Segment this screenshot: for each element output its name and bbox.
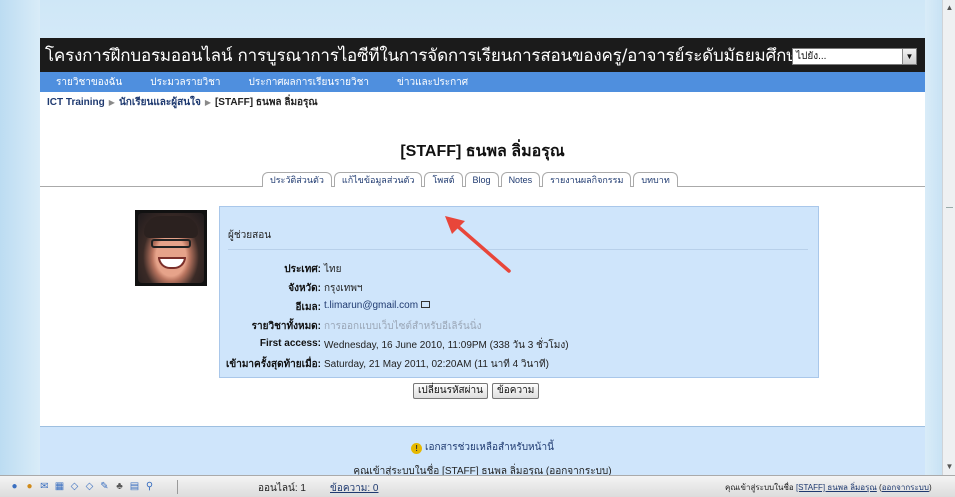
people-icon[interactable]: ● bbox=[23, 480, 36, 493]
user-icon[interactable]: ● bbox=[8, 480, 21, 493]
tab-edit-profile[interactable]: แก้ไขข้อมูลส่วนตัว bbox=[333, 172, 423, 187]
avatar-photo bbox=[138, 213, 204, 283]
breadcrumb-separator-icon: ▶ bbox=[108, 98, 115, 107]
profile-row-courses: รายวิชาทั้งหมด: การออกแบบเว็บไซต์สำหรับอ… bbox=[220, 319, 820, 333]
tab-roles[interactable]: บทบาท bbox=[633, 172, 678, 187]
annotation-arrow-icon bbox=[445, 216, 511, 273]
tab-posts[interactable]: โพสต์ bbox=[424, 172, 463, 187]
status-bar-separator bbox=[177, 480, 178, 494]
avatar[interactable] bbox=[135, 210, 207, 286]
forum-icon[interactable]: ◇ bbox=[83, 480, 96, 493]
messages-link[interactable]: ข้อความ: 0 bbox=[330, 481, 378, 496]
page-background-right bbox=[925, 0, 942, 475]
envelope-icon[interactable] bbox=[421, 301, 431, 308]
online-users: ออนไลน์: 1 bbox=[258, 483, 306, 494]
help-link[interactable]: เอกสารช่วยเหลือสำหรับหน้านี้ bbox=[425, 442, 554, 453]
chat-icon[interactable]: ◇ bbox=[68, 480, 81, 493]
main-nav: รายวิชาของฉัน ประมวลรายวิชา ประกาศผลการเ… bbox=[40, 72, 925, 92]
profile-tabs: ประวัติส่วนตัว แก้ไขข้อมูลส่วนตัว โพสต์ … bbox=[40, 172, 925, 187]
tab-profile[interactable]: ประวัติส่วนตัว bbox=[262, 172, 332, 187]
nav-grade-results[interactable]: ประกาศผลการเรียนรายวิชา bbox=[249, 75, 369, 90]
group-icon[interactable]: ♣ bbox=[113, 480, 126, 493]
help-link-row: ! เอกสารช่วยเหลือสำหรับหน้านี้ bbox=[40, 440, 925, 455]
tab-blog[interactable]: Blog bbox=[464, 172, 499, 187]
country-label: ประเทศ: bbox=[284, 264, 321, 275]
status-login-info: คุณเข้าสู่ระบบในชื่อ [STAFF] ธนพล ลิ่มอร… bbox=[725, 483, 932, 492]
page-title: [STAFF] ธนพล ลิ่มอรุณ bbox=[400, 143, 565, 160]
change-password-button[interactable]: เปลี่ยนรหัสผ่าน bbox=[413, 383, 488, 399]
courses-label: รายวิชาทั้งหมด: bbox=[251, 321, 321, 332]
city-value: กรุงเทพฯ bbox=[324, 283, 363, 294]
first-access-label: First access: bbox=[259, 338, 321, 349]
profile-row-email: อีเมล: t.limarun@gmail.com bbox=[220, 300, 820, 314]
breadcrumb-separator-icon: ▶ bbox=[204, 98, 211, 107]
help-icon: ! bbox=[411, 443, 423, 454]
jump-to-select-value: ไปยัง... bbox=[796, 51, 827, 62]
profile-row-city: จังหวัด: กรุงเทพฯ bbox=[220, 281, 820, 295]
message-button[interactable]: ข้อความ bbox=[491, 383, 540, 399]
status-logout-link[interactable]: ออกจากระบบ bbox=[882, 483, 929, 492]
page-footer: ! เอกสารช่วยเหลือสำหรับหน้านี้ คุณเข้าสู่… bbox=[40, 426, 925, 477]
first-access-value: Wednesday, 16 June 2010, 11:09PM (338 วั… bbox=[324, 340, 569, 351]
chevron-down-icon[interactable]: ▼ bbox=[902, 49, 916, 64]
status-login-name[interactable]: [STAFF] ธนพล ลิ่มอรุณ bbox=[796, 483, 877, 492]
site-title: โครงการฝึกบอรมออนไลน์ การบูรณาการไอซีทีใ… bbox=[45, 45, 807, 66]
email-link[interactable]: t.limarun@gmail.com bbox=[324, 300, 418, 311]
profile-actions: เปลี่ยนรหัสผ่าน ข้อความ bbox=[413, 383, 543, 399]
profile-row-country: ประเทศ: ไทย bbox=[220, 262, 820, 276]
status-bar-icons: ● ● ✉ ▦ ◇ ◇ ✎ ♣ ▤ ⚲ bbox=[8, 480, 158, 493]
breadcrumb-ict-training[interactable]: ICT Training bbox=[47, 97, 105, 108]
page-background-left bbox=[0, 0, 40, 475]
profile-info-panel: ผู้ช่วยสอน ประเทศ: ไทย จังหวัด: กรุงเทพฯ… bbox=[219, 206, 819, 378]
last-access-label: เข้ามาครั้งสุดท้ายเมื่อ: bbox=[225, 359, 321, 370]
tab-activity-reports[interactable]: รายงานผลกิจกรรม bbox=[542, 172, 632, 187]
country-value: ไทย bbox=[324, 264, 342, 275]
profile-divider bbox=[228, 249, 808, 250]
search-icon[interactable]: ⚲ bbox=[143, 480, 156, 493]
user-role: ผู้ช่วยสอน bbox=[228, 230, 272, 241]
status-login-prefix: คุณเข้าสู่ระบบในชื่อ bbox=[725, 483, 794, 492]
attachment-icon[interactable]: ✎ bbox=[98, 480, 111, 493]
last-access-value: Saturday, 21 May 2011, 02:20AM (11 นาที … bbox=[324, 359, 549, 370]
breadcrumb: ICT Training ▶ นักเรียนและผู้สนใจ ▶ [STA… bbox=[40, 92, 925, 113]
tab-notes[interactable]: Notes bbox=[500, 172, 541, 187]
breadcrumb-current: [STAFF] ธนพล ลิ่มอรุณ bbox=[214, 97, 318, 108]
mail-icon[interactable]: ✉ bbox=[38, 480, 51, 493]
status-bar: ● ● ✉ ▦ ◇ ◇ ✎ ♣ ▤ ⚲ ออนไลน์: 1 ข้อความ: … bbox=[0, 475, 955, 497]
site-header: โครงการฝึกบอรมออนไลน์ การบูรณาการไอซีทีใ… bbox=[40, 38, 925, 72]
scroll-up-icon[interactable]: ▲ bbox=[944, 2, 955, 14]
scroll-tick bbox=[946, 207, 953, 208]
profile-row-last-access: เข้ามาครั้งสุดท้ายเมื่อ: Saturday, 21 Ma… bbox=[220, 357, 820, 371]
jump-to-select[interactable]: ไปยัง... ▼ bbox=[792, 48, 917, 65]
email-label: อีเมล: bbox=[295, 302, 321, 313]
nav-news[interactable]: ข่าวและประกาศ bbox=[397, 75, 468, 90]
nav-course-syllabus[interactable]: ประมวลรายวิชา bbox=[150, 75, 220, 90]
nav-my-courses[interactable]: รายวิชาของฉัน bbox=[56, 75, 122, 90]
grades-icon[interactable]: ▤ bbox=[128, 480, 141, 493]
breadcrumb-participants[interactable]: นักเรียนและผู้สนใจ bbox=[119, 95, 201, 110]
city-label: จังหวัด: bbox=[288, 283, 321, 294]
profile-row-first-access: First access: Wednesday, 16 June 2010, 1… bbox=[220, 338, 820, 352]
calendar-icon[interactable]: ▦ bbox=[53, 480, 66, 493]
vertical-scrollbar[interactable]: ▲ ▼ bbox=[942, 0, 955, 475]
course-link[interactable]: การออกแบบเว็บไซต์สำหรับอีเลิร์นนิ่ง bbox=[324, 319, 481, 334]
moodle-page: โครงการฝึกบอรมออนไลน์ การบูรณาการไอซีทีใ… bbox=[40, 38, 925, 477]
scroll-down-icon[interactable]: ▼ bbox=[944, 461, 955, 473]
